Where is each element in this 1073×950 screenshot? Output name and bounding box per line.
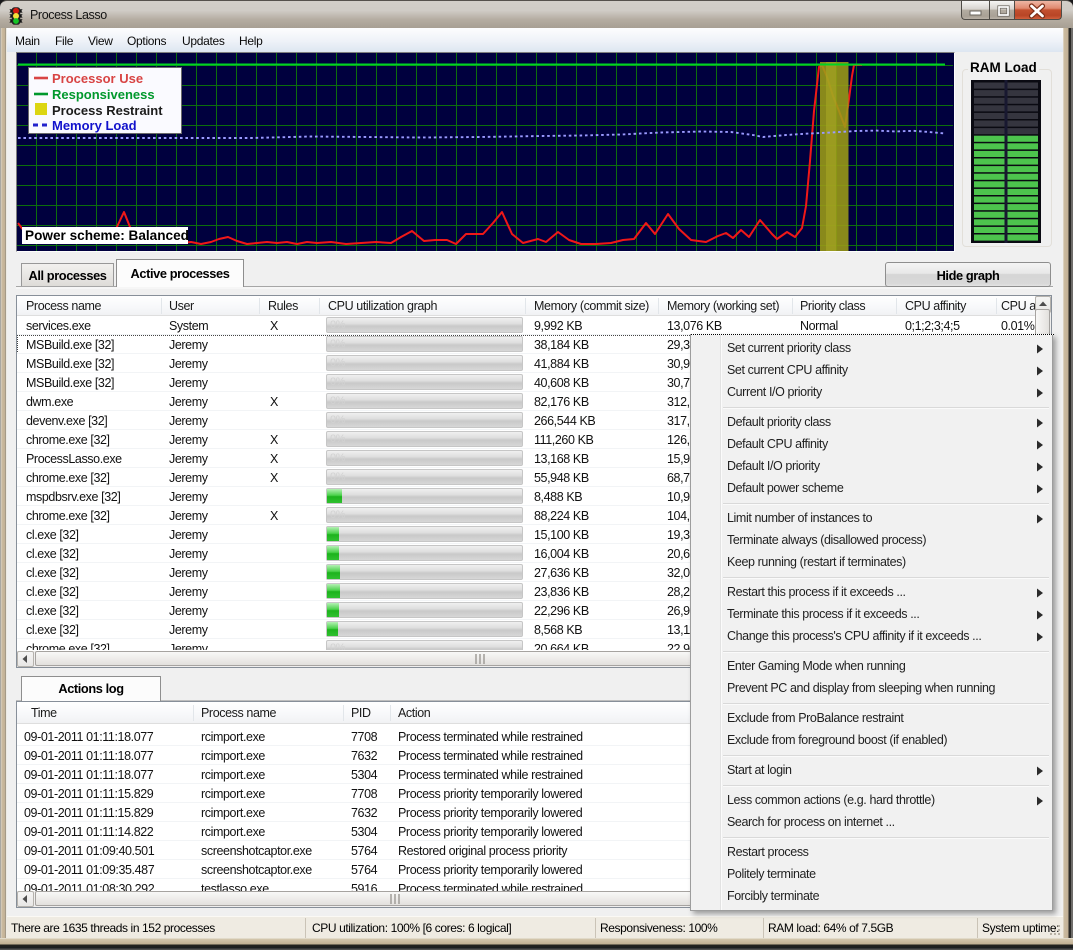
svg-text:Power scheme: Balanced: Power scheme: Balanced (25, 228, 189, 243)
svg-text:Processor Use: Processor Use (52, 71, 143, 86)
svg-text:Memory Load: Memory Load (52, 118, 137, 133)
svg-text:Responsiveness: Responsiveness (52, 87, 155, 102)
svg-text:Process Restraint: Process Restraint (52, 103, 163, 118)
